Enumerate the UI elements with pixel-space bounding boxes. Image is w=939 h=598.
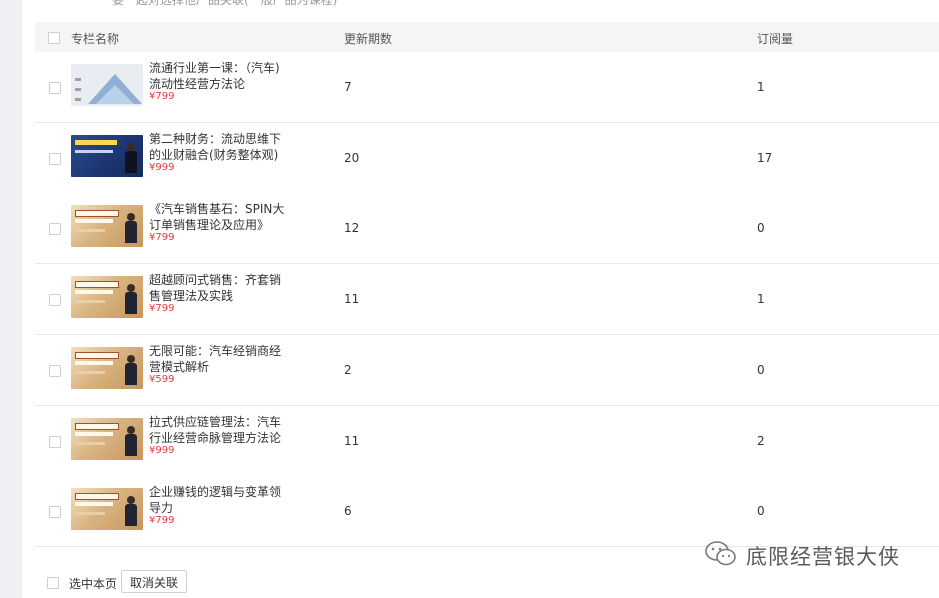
course-price: ¥799: [149, 232, 175, 243]
course-thumbnail: [71, 488, 143, 530]
course-price: ¥999: [149, 445, 175, 456]
update-count: 20: [344, 151, 360, 165]
course-title: 拉式供应链管理法：汽车行业经营命脉管理方法论: [149, 415, 282, 445]
select-all-checkbox[interactable]: [48, 32, 60, 44]
table-row[interactable]: 第二种财务：流动思维下的业财融合(财务整体观) ¥999 20 17: [35, 123, 939, 194]
left-rail: [0, 0, 22, 598]
watermark: 底限经营银大侠: [704, 540, 900, 572]
update-count: 11: [344, 292, 360, 306]
unlink-button[interactable]: 取消关联: [121, 570, 187, 593]
course-price: ¥799: [149, 91, 175, 102]
course-price: ¥599: [149, 374, 175, 385]
course-title: 无限可能：汽车经销商经营模式解析: [149, 344, 282, 374]
table-row[interactable]: 企业赚钱的逻辑与变革领导力 ¥799 6 0: [35, 476, 939, 547]
update-count: 6: [344, 504, 352, 518]
subscription-count: 1: [757, 80, 765, 94]
subscription-count: 2: [757, 434, 765, 448]
update-count: 11: [344, 434, 360, 448]
course-thumbnail: [71, 135, 143, 177]
row-checkbox[interactable]: [49, 436, 61, 448]
row-checkbox[interactable]: [49, 294, 61, 306]
course-thumbnail: [71, 418, 143, 460]
subscription-count: 1: [757, 292, 765, 306]
header-column-subscriptions: 订阅量: [757, 32, 794, 46]
course-price: ¥799: [149, 515, 175, 526]
update-count: 12: [344, 221, 360, 235]
update-count: 2: [344, 363, 352, 377]
watermark-text: 底限经营银大侠: [746, 545, 900, 569]
subscription-count: 17: [757, 151, 773, 165]
course-price: ¥799: [149, 303, 175, 314]
course-title: 企业赚钱的逻辑与变革领导力: [149, 485, 282, 515]
row-checkbox[interactable]: [49, 365, 61, 377]
table-row[interactable]: 《汽车销售基石：SPIN大订单销售理论及应用》 ¥799 12 0: [35, 193, 939, 264]
header-column-updates: 更新期数: [344, 32, 393, 46]
row-checkbox[interactable]: [49, 223, 61, 235]
row-checkbox[interactable]: [49, 153, 61, 165]
table-row[interactable]: 流通行业第一课：（汽车)流动性经营方法论 ¥799 7 1: [35, 52, 939, 123]
top-note: 要一起对选择他产品关联(一般产品为课程): [112, 0, 338, 7]
select-page-checkbox[interactable]: [47, 577, 59, 589]
select-page-label: 选中本页: [69, 577, 118, 591]
course-thumbnail: [71, 64, 143, 106]
course-price: ¥999: [149, 162, 175, 173]
course-thumbnail: [71, 205, 143, 247]
row-checkbox[interactable]: [49, 506, 61, 518]
course-title: 流通行业第一课：（汽车)流动性经营方法论: [149, 61, 280, 91]
wechat-icon: [704, 540, 738, 572]
subscription-count: 0: [757, 504, 765, 518]
update-count: 7: [344, 80, 352, 94]
course-title: 第二种财务：流动思维下的业财融合(财务整体观): [149, 132, 282, 162]
row-checkbox[interactable]: [49, 82, 61, 94]
subscription-count: 0: [757, 363, 765, 377]
header-column-name: 专栏名称: [71, 32, 120, 46]
course-title: 《汽车销售基石：SPIN大订单销售理论及应用》: [149, 202, 285, 232]
table-row[interactable]: 超越顾问式销售：齐套销售管理法及实践 ¥799 11 1: [35, 264, 939, 335]
table-header: 专栏名称 更新期数 订阅量: [35, 22, 939, 52]
course-thumbnail: [71, 347, 143, 389]
course-title: 超越顾问式销售：齐套销售管理法及实践: [149, 273, 282, 303]
table-row[interactable]: 无限可能：汽车经销商经营模式解析 ¥599 2 0: [35, 335, 939, 406]
subscription-count: 0: [757, 221, 765, 235]
course-thumbnail: [71, 276, 143, 318]
table-row[interactable]: 拉式供应链管理法：汽车行业经营命脉管理方法论 ¥999 11 2: [35, 406, 939, 477]
